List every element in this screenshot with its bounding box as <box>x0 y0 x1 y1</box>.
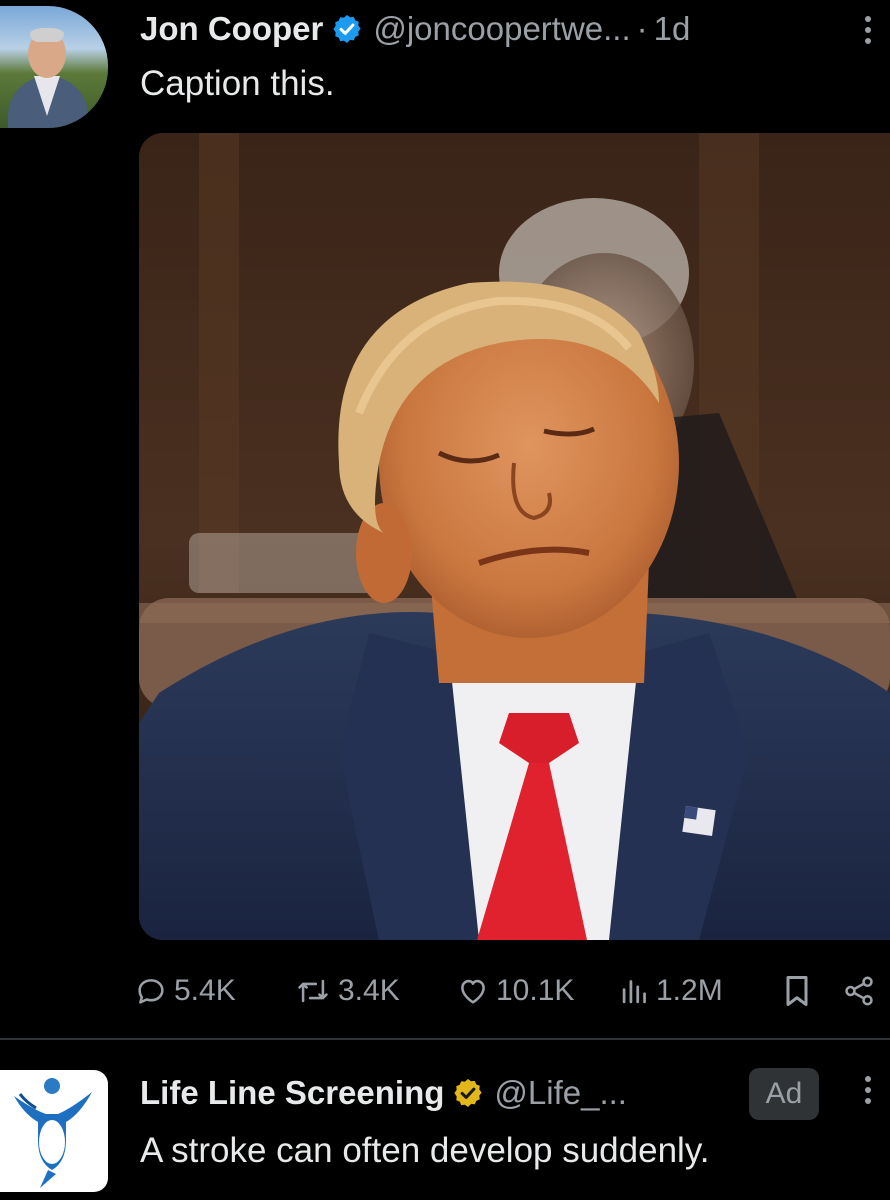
verified-gold-badge-icon <box>452 1077 484 1109</box>
tweet-actions: 5.4K 3.4K 10.1K 1.2M <box>134 968 890 1014</box>
bookmark-icon <box>786 976 808 1006</box>
tweet-text: Caption this. <box>140 64 335 103</box>
verified-badge-icon <box>331 13 363 45</box>
promoted-tweet: Life Line Screening @Life_... <box>0 1040 890 1200</box>
share-icon <box>845 976 873 1006</box>
ad-more-options-icon[interactable] <box>860 1072 876 1116</box>
author-avatar[interactable] <box>0 6 108 128</box>
tweet: Jon Cooper @joncoopertwe... · 1d Caption… <box>0 0 890 1040</box>
author-name[interactable]: Jon Cooper <box>140 10 323 48</box>
ad-label-badge: Ad <box>749 1068 819 1120</box>
share-button[interactable] <box>842 968 882 1014</box>
like-button[interactable]: 10.1K <box>456 968 574 1014</box>
views-button[interactable]: 1.2M <box>620 968 723 1014</box>
tweet-header: Jon Cooper @joncoopertwe... · 1d <box>140 6 690 52</box>
views-count: 1.2M <box>656 974 723 1007</box>
avatar-hair-shape <box>30 28 64 42</box>
repost-count: 3.4K <box>338 974 400 1007</box>
reply-icon <box>138 979 164 1004</box>
more-options-icon[interactable] <box>860 12 876 56</box>
advertiser-handle[interactable]: @Life_... <box>494 1074 627 1112</box>
repost-icon <box>298 979 328 1003</box>
advertiser-name[interactable]: Life Line Screening <box>140 1074 444 1112</box>
like-icon <box>461 979 485 1004</box>
ad-text: A stroke can often develop suddenly. <box>140 1131 710 1170</box>
advertiser-logo[interactable] <box>0 1070 108 1192</box>
views-icon <box>622 980 646 1004</box>
separator-dot: · <box>636 10 648 47</box>
tweet-media-photo[interactable] <box>139 133 890 940</box>
reply-count: 5.4K <box>174 974 236 1007</box>
repost-button[interactable]: 3.4K <box>294 968 400 1014</box>
ad-header: Life Line Screening @Life_... <box>140 1070 627 1116</box>
bookmark-button[interactable] <box>782 968 818 1014</box>
reply-button[interactable]: 5.4K <box>134 968 236 1014</box>
tweet-timestamp[interactable]: 1d <box>654 10 691 48</box>
like-count: 10.1K <box>496 974 575 1007</box>
author-handle[interactable]: @joncoopertwe... <box>373 10 630 48</box>
